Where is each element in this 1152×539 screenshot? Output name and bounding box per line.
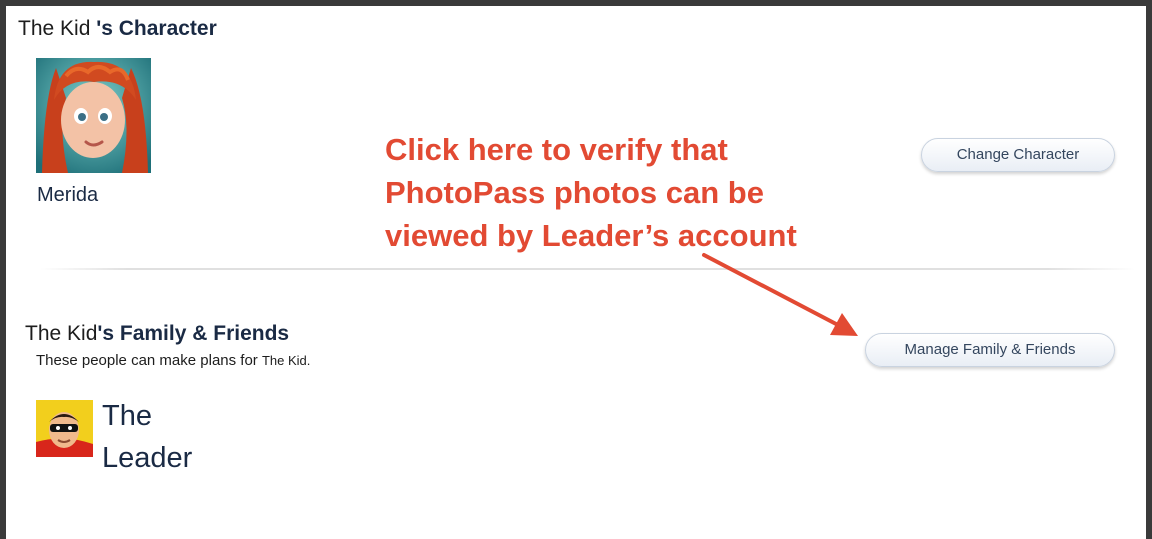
member-name-line-2: Leader <box>102 442 193 474</box>
family-heading-owner: The Kid <box>25 322 98 345</box>
description-text: These people can make plans for <box>36 352 262 369</box>
annotation-line-1: Click here to verify that <box>385 132 728 167</box>
change-character-button[interactable]: Change Character <box>921 138 1115 172</box>
merida-avatar-icon <box>36 58 151 173</box>
character-section-heading: The Kid 's Character <box>18 17 217 41</box>
character-name: Merida <box>37 184 99 206</box>
family-section-description: These people can make plans for The Kid. <box>36 352 310 369</box>
incredibles-avatar-icon <box>36 400 93 457</box>
family-heading-suffix: 's Family & Friends <box>97 322 290 345</box>
annotation-line-2: PhotoPass photos can be <box>385 175 764 210</box>
character-heading-suffix: 's Character <box>96 17 217 40</box>
character-heading-owner: The Kid <box>18 17 97 40</box>
family-section-heading: The Kid's Family & Friends <box>25 322 289 346</box>
section-divider <box>40 268 1135 270</box>
family-member-name[interactable]: The Leader <box>102 395 192 479</box>
member-name-line-1: The <box>102 400 152 432</box>
instruction-annotation: Click here to verify that PhotoPass phot… <box>385 128 797 257</box>
annotation-arrow-icon <box>702 253 858 336</box>
description-owner-name: The Kid. <box>261 353 311 368</box>
manage-family-friends-button[interactable]: Manage Family & Friends <box>865 333 1115 367</box>
